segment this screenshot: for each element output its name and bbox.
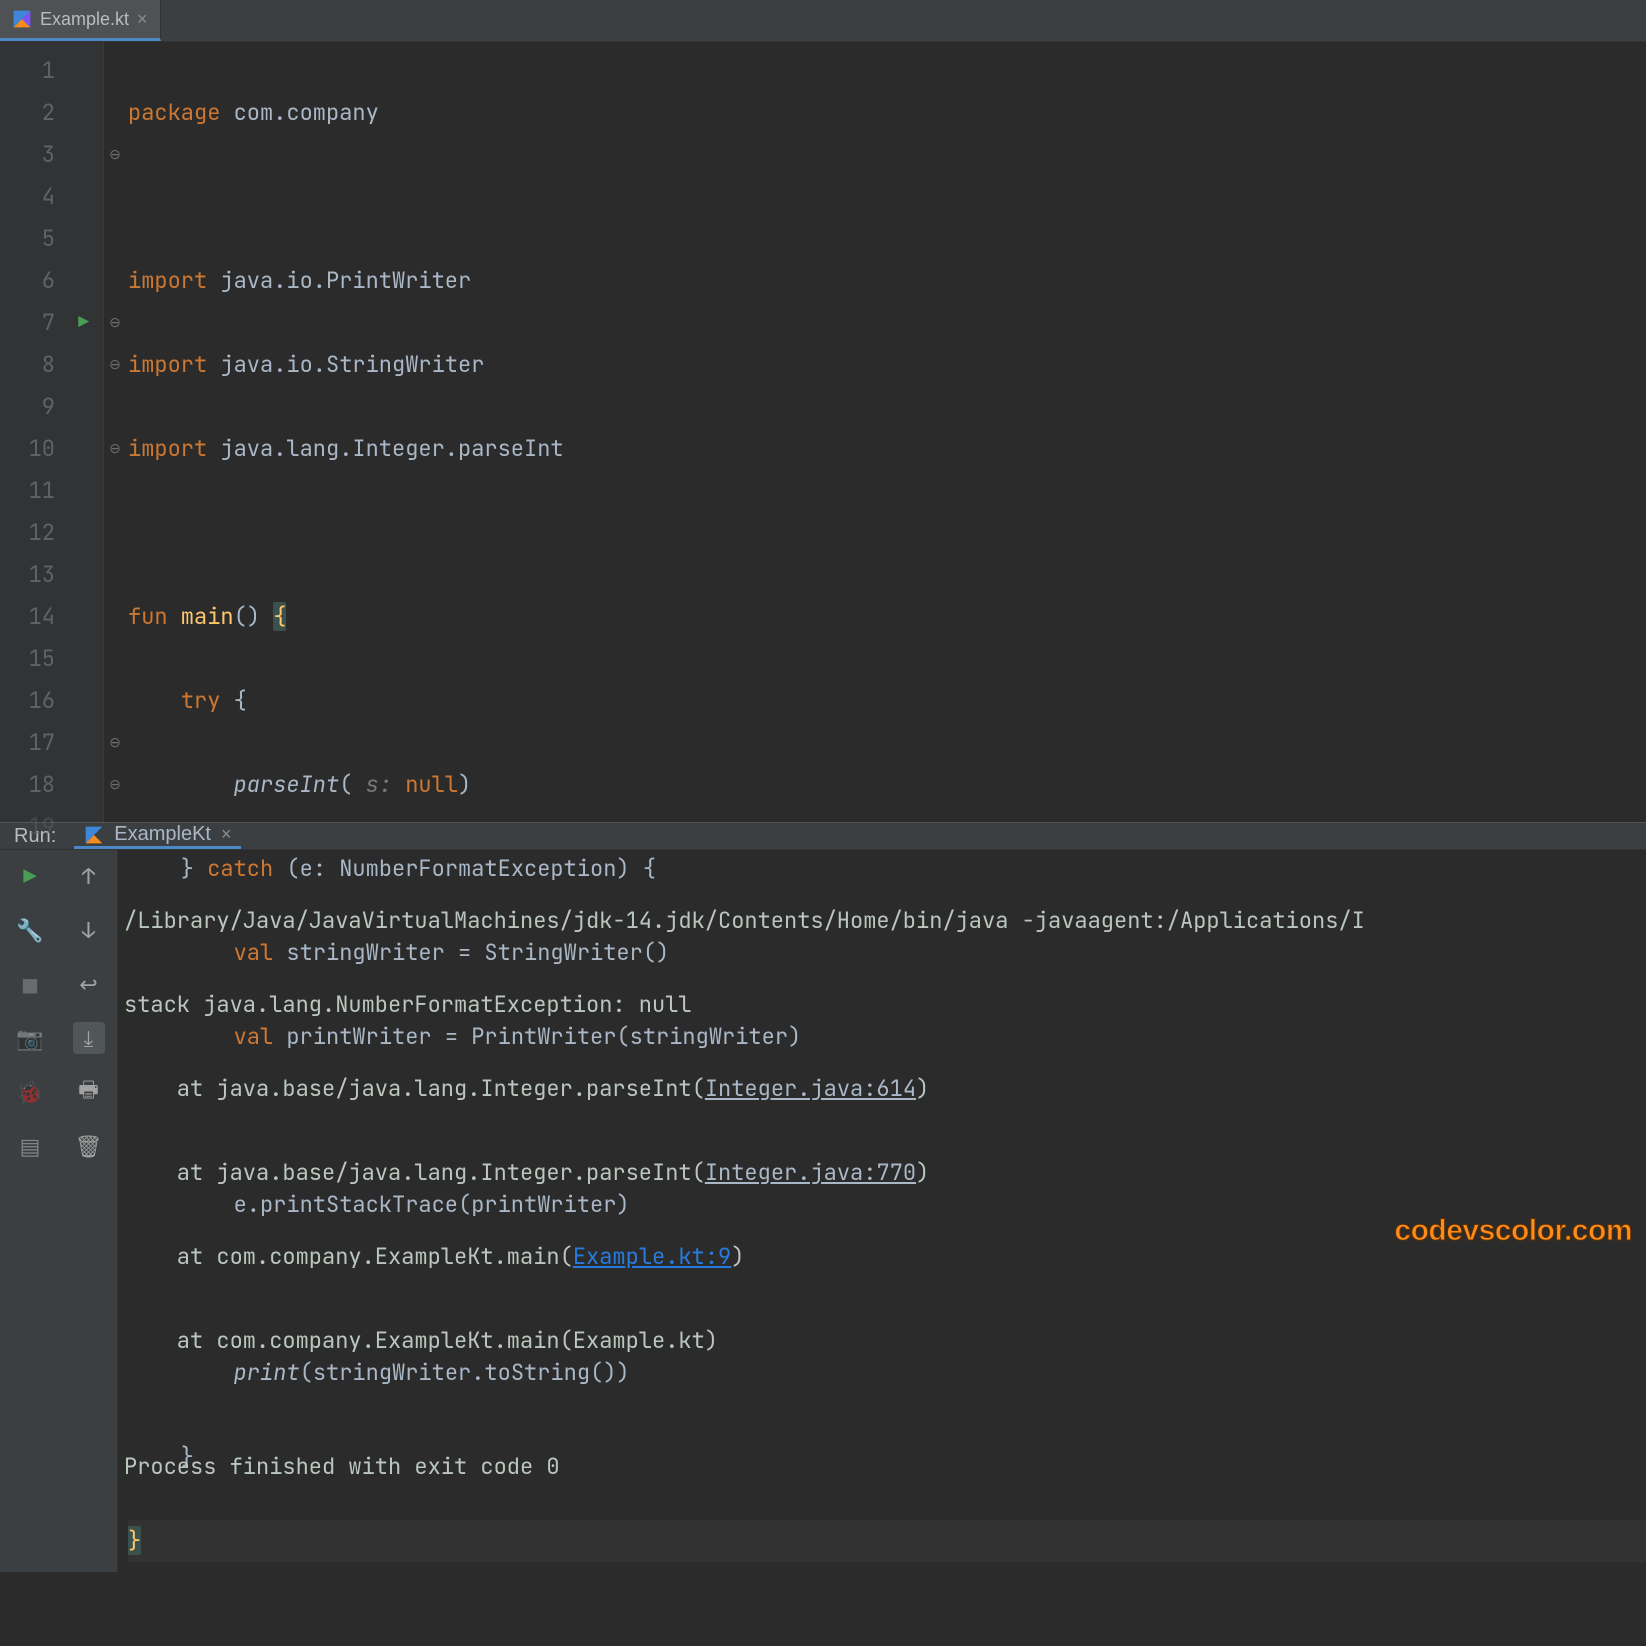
fold-marker[interactable]: ⊖ xyxy=(104,134,126,176)
line-number: 13 xyxy=(0,554,95,596)
line-number: 4 xyxy=(0,176,95,218)
line-number: 16 xyxy=(0,680,95,722)
line-number: 5 xyxy=(0,218,95,260)
line-number: 9 xyxy=(0,386,95,428)
editor-gutter: 1 2 3 4 5 6 7▶ 8 9 10 11 12 13 14 15 16 … xyxy=(0,42,104,822)
watermark: codevscolor.com xyxy=(1394,1214,1632,1248)
console-line: at java.base/java.lang.Integer.parseInt(… xyxy=(124,1152,1646,1194)
parameter-hint: s: xyxy=(366,770,392,799)
run-config-name: ExampleKt xyxy=(114,823,211,846)
fold-marker[interactable]: ⊖ xyxy=(104,428,126,470)
line-number: 15 xyxy=(0,638,95,680)
down-arrow-icon[interactable]: ↓ xyxy=(73,914,105,946)
line-number: 11 xyxy=(0,470,95,512)
line-number: 3 xyxy=(0,134,95,176)
layout-icon[interactable]: ▤ xyxy=(14,1130,46,1162)
console-line: at com.company.ExampleKt.main(Example.kt… xyxy=(124,1320,1646,1362)
fold-marker[interactable]: ⊖ xyxy=(104,302,126,344)
stack-link-primary[interactable]: Example.kt:9 xyxy=(573,1242,731,1271)
stop-button[interactable]: ◼ xyxy=(14,968,46,1000)
console-line: /Library/Java/JavaVirtualMachines/jdk-14… xyxy=(124,900,1646,942)
line-number: 19 xyxy=(0,806,95,848)
line-number: 2 xyxy=(0,92,95,134)
run-config-tab[interactable]: ExampleKt × xyxy=(74,823,241,849)
up-arrow-icon[interactable]: ↑ xyxy=(73,860,105,892)
run-tool-window: Run: ExampleKt × ▶ 🔧 ◼ 📷 🐞 ▤ ↑ ↓ ↩ ⤓ 🖶 🗑… xyxy=(0,822,1646,1256)
line-number: 10 xyxy=(0,428,95,470)
fold-marker[interactable]: ⊖ xyxy=(104,344,126,386)
line-number: 14 xyxy=(0,596,95,638)
debug-icon[interactable]: 🐞 xyxy=(14,1076,46,1108)
code-editor[interactable]: 1 2 3 4 5 6 7▶ 8 9 10 11 12 13 14 15 16 … xyxy=(0,42,1646,822)
line-number: 1 xyxy=(0,50,95,92)
rerun-button[interactable]: ▶ xyxy=(14,860,46,892)
close-icon[interactable]: × xyxy=(221,824,232,845)
line-number: 7▶ xyxy=(0,302,95,344)
scroll-to-end-icon[interactable]: ⤓ xyxy=(73,1022,105,1054)
kotlin-file-icon xyxy=(12,9,32,29)
run-header: Run: ExampleKt × xyxy=(0,823,1646,850)
code-area[interactable]: package com.company import java.io.Print… xyxy=(126,42,1646,822)
console-output[interactable]: /Library/Java/JavaVirtualMachines/jdk-14… xyxy=(118,850,1646,1572)
console-line: at java.base/java.lang.Integer.parseInt(… xyxy=(124,1068,1646,1110)
run-left-toolbar-2: ↑ ↓ ↩ ⤓ 🖶 🗑 xyxy=(60,850,118,1572)
wrench-icon[interactable]: 🔧 xyxy=(14,914,46,946)
tab-filename: Example.kt xyxy=(40,9,129,30)
line-number: 6 xyxy=(0,260,95,302)
console-line: stack java.lang.NumberFormatException: n… xyxy=(124,984,1646,1026)
fold-marker[interactable]: ⊖ xyxy=(104,764,126,806)
editor-tab-bar: Example.kt × xyxy=(0,0,1646,42)
trash-icon[interactable]: 🗑 xyxy=(73,1130,105,1162)
run-gutter-icon[interactable]: ▶ xyxy=(78,302,89,344)
line-number: 18 xyxy=(0,764,95,806)
close-icon[interactable]: × xyxy=(137,9,148,30)
print-icon[interactable]: 🖶 xyxy=(73,1076,105,1108)
editor-tab[interactable]: Example.kt × xyxy=(0,0,161,41)
camera-icon[interactable]: 📷 xyxy=(14,1022,46,1054)
line-number: 17 xyxy=(0,722,95,764)
fold-marker[interactable]: ⊖ xyxy=(104,722,126,764)
console-line: Process finished with exit code 0 xyxy=(124,1446,1646,1488)
line-number: 8 xyxy=(0,344,95,386)
stack-link[interactable]: Integer.java:770 xyxy=(705,1158,916,1187)
line-number: 12 xyxy=(0,512,95,554)
soft-wrap-icon[interactable]: ↩ xyxy=(73,968,105,1000)
fold-column: ⊖ ⊖ ⊖ ⊖ ⊖ ⊖ xyxy=(104,42,126,822)
stack-link[interactable]: Integer.java:614 xyxy=(705,1074,916,1103)
run-left-toolbar: ▶ 🔧 ◼ 📷 🐞 ▤ xyxy=(0,850,60,1572)
